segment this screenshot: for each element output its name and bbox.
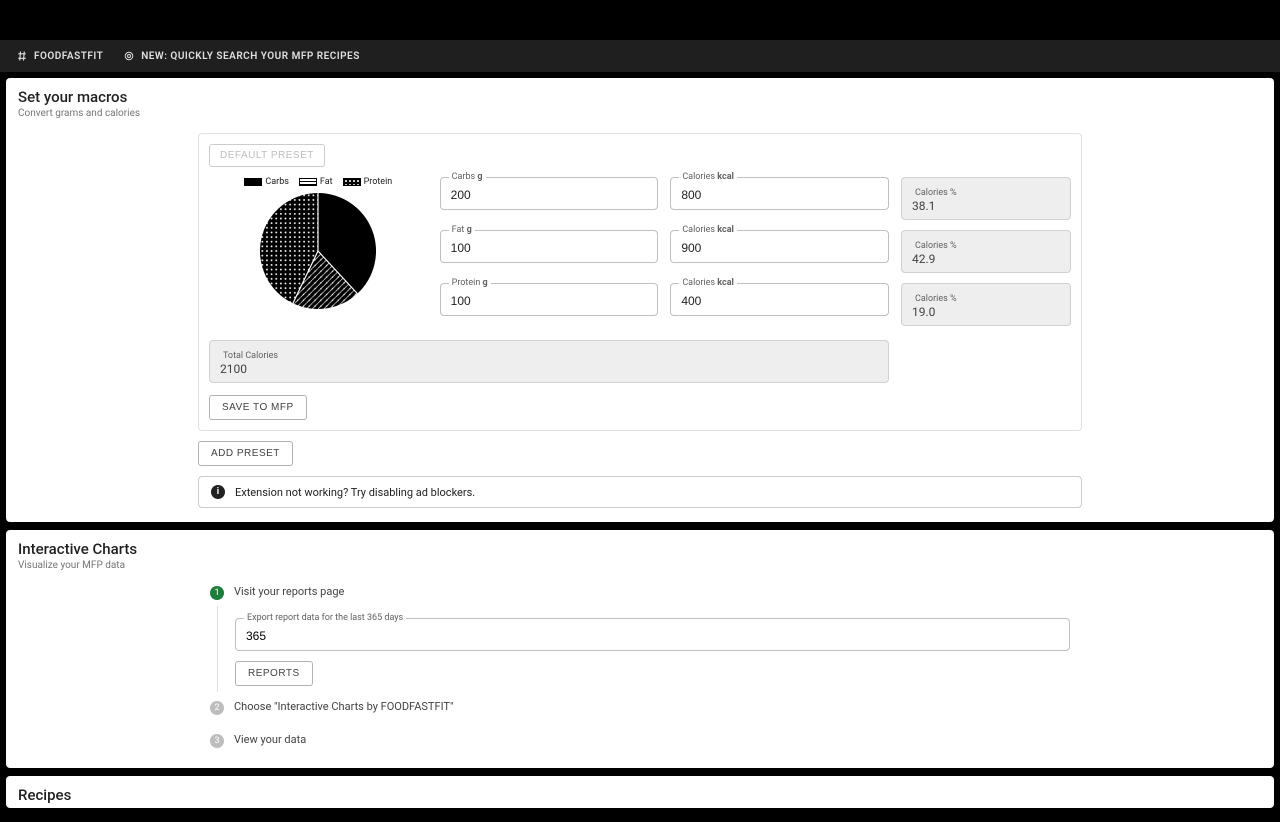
protein-grams-label: Protein g — [449, 278, 491, 288]
target-icon — [123, 50, 135, 62]
save-to-mfp-button[interactable]: SAVE TO MFP — [209, 395, 307, 420]
brand-link[interactable]: FOODFASTFIT — [16, 50, 103, 62]
total-calories-value: 2100 — [220, 362, 878, 376]
alert-text: Extension not working? Try disabling ad … — [235, 486, 475, 499]
fat-kcal-label: Calories kcal — [679, 225, 737, 235]
new-feature-link[interactable]: NEW: QUICKLY SEARCH YOUR MFP RECIPES — [123, 50, 360, 62]
macros-title: Set your macros — [18, 88, 1262, 106]
export-days-label: Export report data for the last 365 days — [244, 613, 406, 623]
fat-grams-field[interactable]: Fat g — [440, 230, 659, 263]
protein-grams-field[interactable]: Protein g — [440, 283, 659, 316]
carbs-kcal-input[interactable] — [681, 188, 878, 202]
charts-subtitle: Visualize your MFP data — [18, 560, 1262, 571]
new-feature-label: NEW: QUICKLY SEARCH YOUR MFP RECIPES — [141, 51, 360, 62]
recipes-title: Recipes — [18, 786, 1262, 804]
legend-swatch-fat — [299, 178, 317, 186]
fat-pct-value: 42.9 — [912, 252, 1060, 266]
carbs-grams-field[interactable]: Carbs g — [440, 177, 659, 210]
legend-swatch-protein — [343, 178, 361, 186]
charts-title: Interactive Charts — [18, 540, 1262, 558]
step-2-badge: 2 — [210, 701, 224, 715]
protein-grams-input[interactable] — [451, 294, 648, 308]
fat-pct-label: Calories % — [912, 241, 1060, 251]
default-preset-button[interactable]: DEFAULT PRESET — [209, 144, 325, 167]
fat-grams-label: Fat g — [449, 225, 475, 235]
protein-kcal-label: Calories kcal — [679, 278, 737, 288]
step-2-title: Choose "Interactive Charts by FOODFASTFI… — [234, 700, 1070, 713]
hash-icon — [16, 50, 28, 62]
macros-subtitle: Convert grams and calories — [18, 108, 1262, 119]
step-1-badge: 1 — [210, 586, 224, 600]
carbs-pct-label: Calories % — [912, 188, 1060, 198]
carbs-grams-input[interactable] — [451, 188, 648, 202]
carbs-pct-field: Calories % 38.1 — [901, 177, 1071, 220]
pie-svg — [260, 193, 376, 309]
export-days-field[interactable]: Export report data for the last 365 days — [235, 618, 1070, 651]
macros-form: DEFAULT PRESET Carbs g Calories kcal Cal… — [198, 133, 1082, 431]
reports-button[interactable]: REPORTS — [235, 661, 313, 686]
protein-kcal-field[interactable]: Calories kcal — [670, 283, 889, 316]
protein-pct-field: Calories % 19.0 — [901, 283, 1071, 326]
carbs-pct-value: 38.1 — [912, 199, 1060, 213]
charts-card: Interactive Charts Visualize your MFP da… — [6, 530, 1274, 768]
pie-legend: Carbs Fat Protein — [244, 177, 392, 187]
adblock-alert: i Extension not working? Try disabling a… — [198, 476, 1082, 508]
carbs-kcal-label: Calories kcal — [679, 172, 737, 182]
fat-kcal-field[interactable]: Calories kcal — [670, 230, 889, 263]
macros-card: Set your macros Convert grams and calori… — [6, 78, 1274, 522]
carbs-kcal-field[interactable]: Calories kcal — [670, 177, 889, 210]
recipes-card: Recipes — [6, 776, 1274, 808]
legend-swatch-carbs — [244, 178, 262, 186]
protein-pct-value: 19.0 — [912, 305, 1060, 319]
macro-pie-chart: Carbs Fat Protein — [209, 177, 428, 309]
fat-pct-field: Calories % 42.9 — [901, 230, 1071, 273]
total-calories-field: Total Calories 2100 — [209, 340, 889, 383]
export-days-input[interactable] — [246, 629, 1059, 643]
step-3-badge: 3 — [210, 734, 224, 748]
charts-steps: 1 Visit your reports page Export report … — [210, 585, 1070, 748]
add-preset-button[interactable]: ADD PRESET — [198, 441, 293, 466]
step-1-title: Visit your reports page — [234, 585, 1070, 598]
fat-grams-input[interactable] — [451, 241, 648, 255]
protein-kcal-input[interactable] — [681, 294, 878, 308]
fat-kcal-input[interactable] — [681, 241, 878, 255]
brand-label: FOODFASTFIT — [34, 51, 103, 62]
step-3-title: View your data — [234, 733, 1070, 746]
total-calories-label: Total Calories — [220, 351, 878, 361]
protein-pct-label: Calories % — [912, 294, 1060, 304]
topbar: FOODFASTFIT NEW: QUICKLY SEARCH YOUR MFP… — [0, 40, 1280, 72]
info-icon: i — [211, 485, 225, 499]
carbs-grams-label: Carbs g — [449, 172, 486, 182]
